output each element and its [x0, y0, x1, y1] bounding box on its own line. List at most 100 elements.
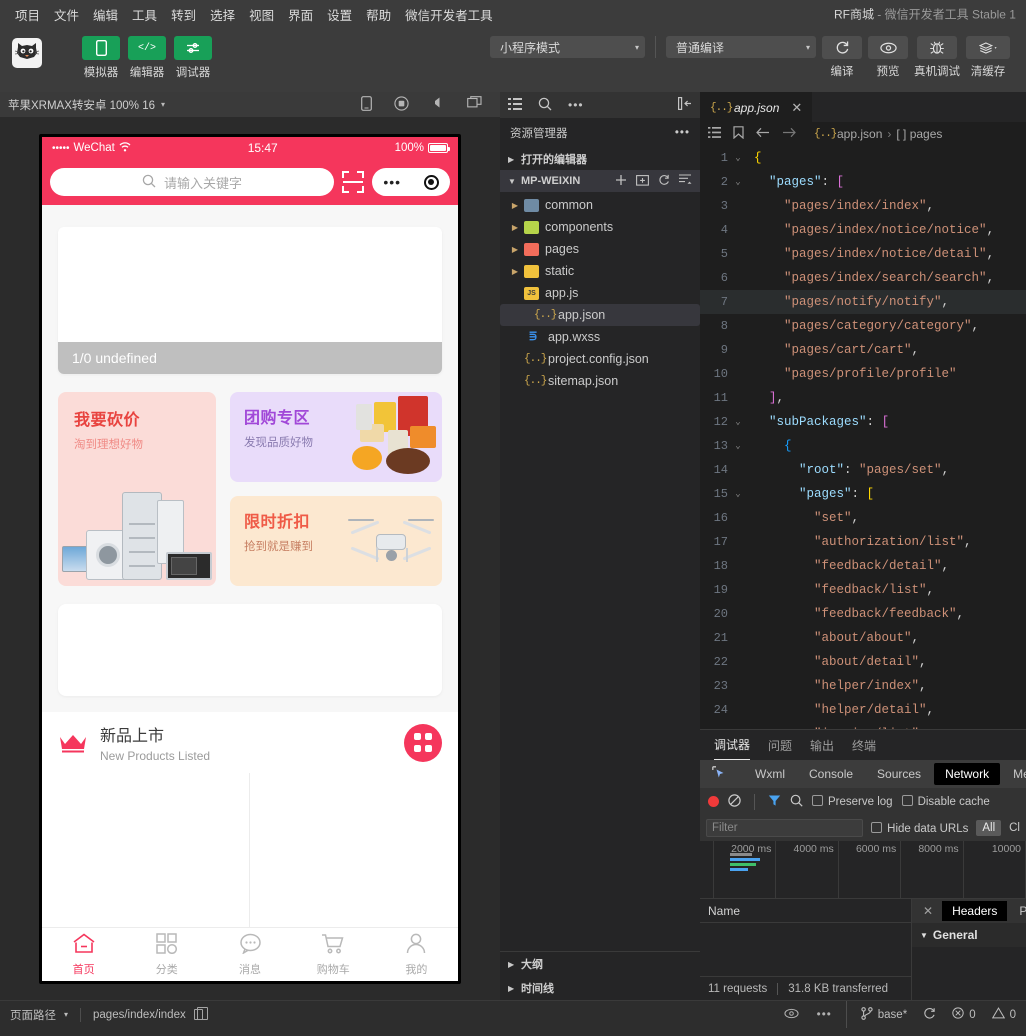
back-icon[interactable]	[756, 127, 770, 141]
funnel-icon[interactable]	[768, 794, 781, 810]
code-line[interactable]: 15 ⌄ "pages": [	[700, 482, 1026, 506]
ellipsis-icon[interactable]: •••	[817, 1009, 832, 1021]
code-line[interactable]: 7 "pages/notify/notify",	[700, 290, 1026, 314]
refresh-icon[interactable]	[658, 174, 670, 189]
code-line[interactable]: 18 "feedback/detail",	[700, 554, 1026, 578]
product-card[interactable]	[58, 773, 250, 927]
capsule-more-icon[interactable]: •••	[383, 175, 401, 189]
preview-button[interactable]: 预览	[868, 36, 908, 79]
code-line[interactable]: 6 "pages/index/search/search",	[700, 266, 1026, 290]
wechat-capsule[interactable]: •••	[372, 168, 450, 196]
tree-item-pages[interactable]: ▶ pages	[500, 238, 700, 260]
sync-icon[interactable]	[923, 1007, 936, 1023]
branch-indicator[interactable]: base*	[861, 1006, 907, 1023]
new-file-icon[interactable]	[615, 174, 627, 189]
section-timeline[interactable]: ▶ 时间线	[500, 976, 700, 1000]
chevron-down-icon[interactable]: ▾	[64, 1010, 68, 1019]
detail-tab-headers[interactable]: Headers	[942, 901, 1008, 921]
page-path-value[interactable]: pages/index/index	[93, 1009, 186, 1021]
code-line[interactable]: 9 "pages/cart/cart",	[700, 338, 1026, 362]
code-line[interactable]: 17 "authorization/list",	[700, 530, 1026, 554]
code-line[interactable]: 4 "pages/index/notice/notice",	[700, 218, 1026, 242]
hide-data-urls-checkbox[interactable]: Hide data URLs	[871, 821, 968, 835]
collapse-panel-icon[interactable]	[678, 97, 692, 113]
search-icon[interactable]	[538, 97, 552, 114]
devtools-tab-network[interactable]: Network	[934, 763, 1001, 785]
menu-item-settings[interactable]: 设置	[320, 2, 359, 27]
filter-chip-css[interactable]: Cl	[1009, 822, 1020, 834]
network-rows[interactable]	[700, 923, 911, 976]
menu-item-goto[interactable]: 转到	[164, 2, 203, 27]
code-line[interactable]: 25 "invoice/list",	[700, 722, 1026, 729]
preserve-log-checkbox[interactable]: Preserve log	[812, 795, 893, 808]
target-icon[interactable]	[423, 174, 439, 190]
tabbar-item-home[interactable]: 首页	[42, 933, 125, 977]
disable-cache-checkbox[interactable]: Disable cache	[901, 795, 990, 808]
close-icon[interactable]: ✕	[916, 904, 940, 918]
tree-item-sitemap[interactable]: {..} sitemap.json	[500, 370, 700, 392]
scan-icon[interactable]	[342, 171, 364, 193]
code-line[interactable]: 20 "feedback/feedback",	[700, 602, 1026, 626]
menu-item-interface[interactable]: 界面	[281, 2, 320, 27]
code-editor-content[interactable]: 1 ⌄{2 ⌄ "pages": [3 "pages/index/index", 4 …	[700, 146, 1026, 729]
code-line[interactable]: 23 "helper/index",	[700, 674, 1026, 698]
list-icon[interactable]	[508, 97, 522, 113]
promo-banner-bargain[interactable]: 我要砍价 淘到理想好物	[58, 392, 216, 586]
tree-item-project-config[interactable]: {..} project.config.json	[500, 348, 700, 370]
toolbar-button-editor[interactable]: </> 编辑器	[128, 36, 166, 80]
code-line[interactable]: 2 ⌄ "pages": [	[700, 170, 1026, 194]
outline-icon[interactable]	[708, 127, 721, 141]
record-dot-icon[interactable]	[708, 796, 719, 807]
devtools-tab-memory[interactable]: Mer	[1002, 763, 1026, 785]
menu-item-edit[interactable]: 编辑	[86, 2, 125, 27]
tabbar-item-cart[interactable]: 购物车	[292, 933, 375, 977]
network-filter-input[interactable]: Filter	[706, 819, 864, 837]
menu-item-tools[interactable]: 工具	[125, 2, 164, 27]
code-line[interactable]: 14 "root": "pages/set",	[700, 458, 1026, 482]
promo-banner-group-buy[interactable]: 团购专区 发现品质好物	[230, 392, 442, 482]
mode-select[interactable]: 小程序模式 ▾	[490, 36, 645, 58]
code-fold-toggle[interactable]: ⌄	[728, 153, 748, 163]
code-line[interactable]: 13 ⌄ {	[700, 434, 1026, 458]
tabbar-item-category[interactable]: 分类	[125, 932, 208, 977]
ellipsis-icon[interactable]: •••	[568, 98, 584, 112]
volume-icon[interactable]	[431, 96, 445, 114]
search-input[interactable]: 请输入关键字	[50, 168, 334, 196]
real-device-debug-button[interactable]: 真机调试	[914, 36, 960, 79]
grid-fab-icon[interactable]	[404, 723, 442, 762]
window-icon[interactable]	[467, 95, 482, 114]
copy-icon[interactable]	[193, 1007, 208, 1020]
promo-banner-discount[interactable]: 限时折扣 抢到就是赚到	[230, 496, 442, 586]
panel-tab-problems[interactable]: 问题	[768, 730, 792, 760]
code-line[interactable]: 19 "feedback/list",	[700, 578, 1026, 602]
code-line[interactable]: 3 "pages/index/index",	[700, 194, 1026, 218]
page-path-label[interactable]: 页面路径	[10, 1007, 56, 1023]
code-line[interactable]: 12 ⌄ "subPackages": [	[700, 410, 1026, 434]
clear-icon[interactable]	[728, 793, 741, 810]
error-indicator[interactable]: 0	[952, 1007, 976, 1022]
close-icon[interactable]: ✕	[791, 100, 802, 116]
code-line[interactable]: 24 "helper/detail",	[700, 698, 1026, 722]
tree-item-static[interactable]: ▶ static	[500, 260, 700, 282]
toolbar-button-simulator[interactable]: 模拟器	[82, 36, 120, 80]
tabbar-item-message[interactable]: 消息	[208, 933, 291, 977]
code-line[interactable]: 21 "about/about",	[700, 626, 1026, 650]
section-outline[interactable]: ▶ 大纲	[500, 952, 700, 976]
device-selector-label[interactable]: 苹果XRMAX转安卓 100% 16	[8, 97, 155, 113]
tree-item-common[interactable]: ▶ common	[500, 194, 700, 216]
devtools-tab-sources[interactable]: Sources	[866, 763, 932, 785]
filter-chip-all[interactable]: All	[976, 820, 1002, 836]
code-line[interactable]: 22 "about/detail",	[700, 650, 1026, 674]
code-fold-toggle[interactable]: ⌄	[728, 441, 748, 451]
menu-item-file[interactable]: 文件	[47, 2, 86, 27]
section-project-root[interactable]: ▼ MP-WEIXIN	[500, 170, 700, 192]
tree-item-components[interactable]: ▶ components	[500, 216, 700, 238]
editor-tab-app-json[interactable]: {..} app.json ✕	[700, 92, 813, 122]
detail-section-general[interactable]: ▼ General	[912, 923, 1026, 947]
toolbar-button-debugger[interactable]: 调试器	[174, 36, 212, 80]
record-icon[interactable]	[394, 95, 409, 114]
ellipsis-icon[interactable]: •••	[675, 127, 690, 139]
menu-item-project[interactable]: 项目	[8, 2, 47, 27]
code-line[interactable]: 10 "pages/profile/profile"	[700, 362, 1026, 386]
code-fold-toggle[interactable]: ⌄	[728, 177, 748, 187]
